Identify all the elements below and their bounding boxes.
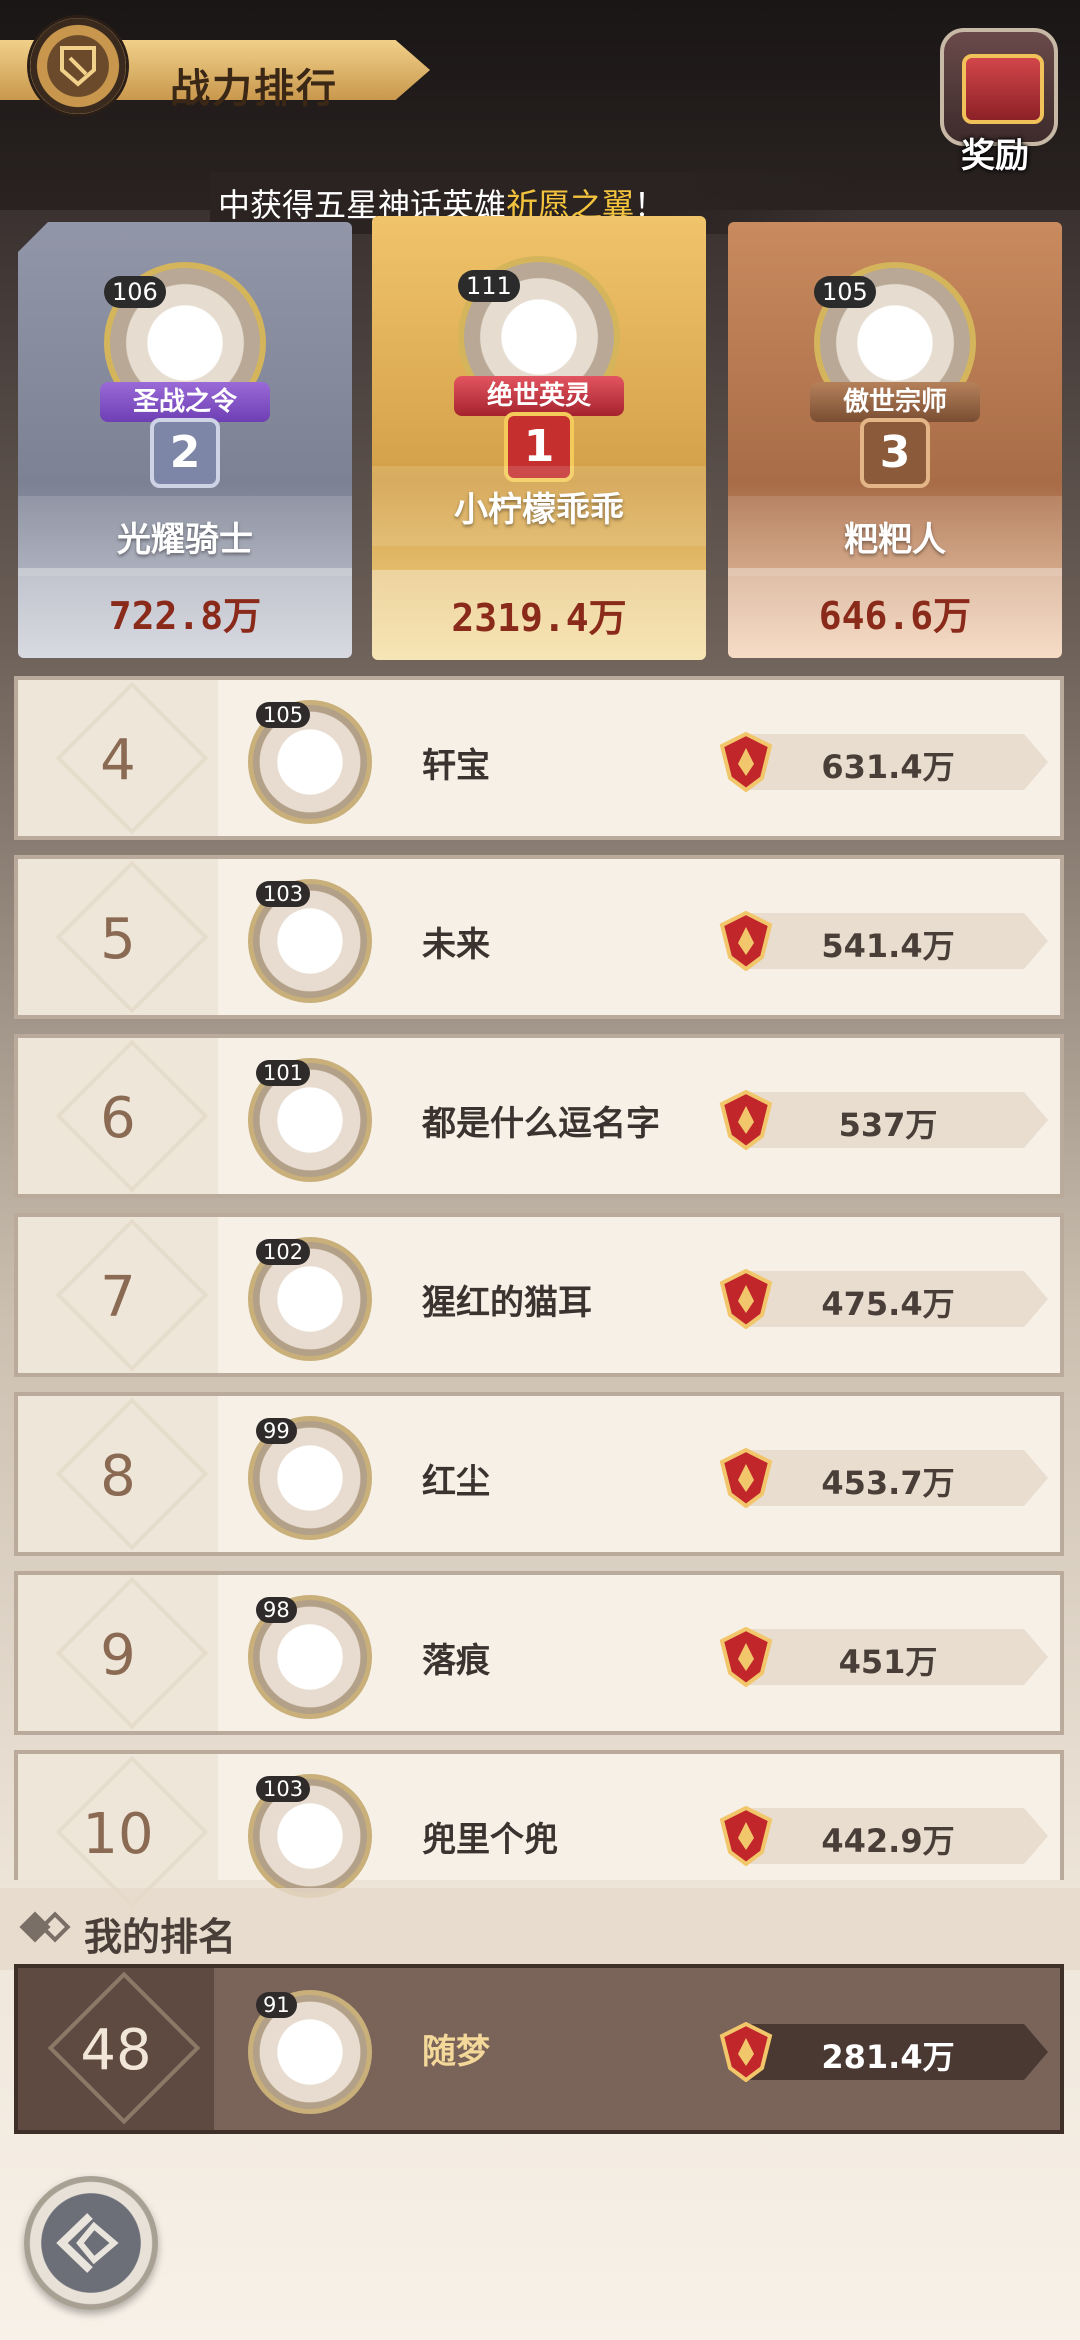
power-value: 451万 [838, 1643, 938, 1681]
level-badge: 111 [458, 270, 520, 302]
my-rank-header: 我的排名 [0, 1888, 1080, 1970]
podium-rank-1[interactable]: 111 绝世英灵 1 小柠檬乖乖 2319.4万 [372, 216, 706, 660]
ranking-row[interactable]: 6 101 都是什么逗名字 537万 [14, 1034, 1064, 1198]
ranking-row[interactable]: 4 105 轩宝 631.4万 [14, 676, 1064, 840]
player-name: 未来 [422, 925, 490, 965]
ranking-row[interactable]: 8 99 红尘 453.7万 [14, 1392, 1064, 1556]
ranking-row[interactable]: 5 103 未来 541.4万 [14, 855, 1064, 1019]
page-title: 战力排行 [170, 66, 338, 112]
power-value: 475.4万 [821, 1285, 955, 1323]
player-name: 轩宝 [422, 746, 490, 786]
player-name: 小柠檬乖乖 [454, 490, 624, 530]
ranking-row[interactable]: 9 98 落痕 451万 [14, 1571, 1064, 1735]
power-value: 722.8万 [108, 594, 262, 638]
shield-emblem-icon [30, 18, 126, 114]
player-name: 猩红的猫耳 [422, 1283, 592, 1323]
level-badge: 101 [256, 1060, 311, 1086]
player-name: 粑粑人 [844, 520, 946, 560]
reward-label: 奖励 [961, 136, 1029, 176]
power-value: 281.4万 [821, 2038, 955, 2076]
title-banner: 战力排行 [0, 18, 430, 118]
level-badge: 103 [256, 1776, 311, 1802]
power-value: 541.4万 [821, 927, 955, 965]
power-value: 646.6万 [818, 594, 972, 638]
level-badge: 91 [256, 1992, 297, 2018]
rank-medal: 3 [860, 418, 930, 488]
level-badge: 105 [814, 276, 876, 308]
level-badge: 106 [104, 276, 166, 308]
rank-medal: 2 [150, 418, 220, 488]
player-name: 随梦 [422, 2032, 490, 2072]
level-badge: 103 [256, 881, 311, 907]
power-value: 2319.4万 [451, 596, 627, 640]
reward-button[interactable]: 奖励 [930, 28, 1060, 176]
ranking-row[interactable]: 7 102 猩红的猫耳 475.4万 [14, 1213, 1064, 1377]
player-name: 都是什么逗名字 [422, 1104, 660, 1144]
level-badge: 99 [256, 1418, 297, 1444]
power-value: 442.9万 [821, 1822, 955, 1860]
diamond-outline-icon [39, 1911, 71, 1943]
rank-number: 6 [100, 1086, 136, 1151]
honor-title-badge: 傲世宗师 [810, 382, 980, 422]
podium-rank-2[interactable]: 106 圣战之令 2 光耀骑士 722.8万 [18, 222, 352, 658]
my-rank-label: 我的排名 [84, 1915, 237, 1959]
rank-number: 8 [100, 1444, 136, 1509]
level-badge: 98 [256, 1597, 297, 1623]
power-value: 453.7万 [821, 1464, 955, 1502]
rank-number: 4 [100, 728, 136, 793]
back-button[interactable] [24, 2176, 158, 2310]
level-badge: 102 [256, 1239, 311, 1265]
ranking-row[interactable]: 10 103 兜里个兜 442.9万 [14, 1750, 1064, 1909]
back-arrow-icon [56, 2213, 119, 2273]
honor-title-badge: 绝世英灵 [454, 376, 624, 416]
rank-number: 10 [82, 1802, 154, 1867]
rank-number: 9 [100, 1623, 136, 1688]
honor-title-badge: 圣战之令 [100, 382, 270, 422]
rank-number: 5 [100, 907, 136, 972]
rank-number: 48 [80, 2018, 152, 2083]
power-value: 631.4万 [821, 748, 955, 786]
player-name: 光耀骑士 [117, 520, 253, 560]
player-name: 兜里个兜 [422, 1820, 558, 1860]
my-rank-row[interactable]: 48 91 随梦 281.4万 [14, 1964, 1064, 2134]
power-value: 537万 [838, 1106, 938, 1144]
level-badge: 105 [256, 702, 311, 728]
rank-number: 7 [100, 1265, 136, 1330]
player-name: 落痕 [422, 1641, 490, 1681]
player-name: 红尘 [422, 1462, 490, 1502]
podium-rank-3[interactable]: 105 傲世宗师 3 粑粑人 646.6万 [728, 222, 1062, 658]
